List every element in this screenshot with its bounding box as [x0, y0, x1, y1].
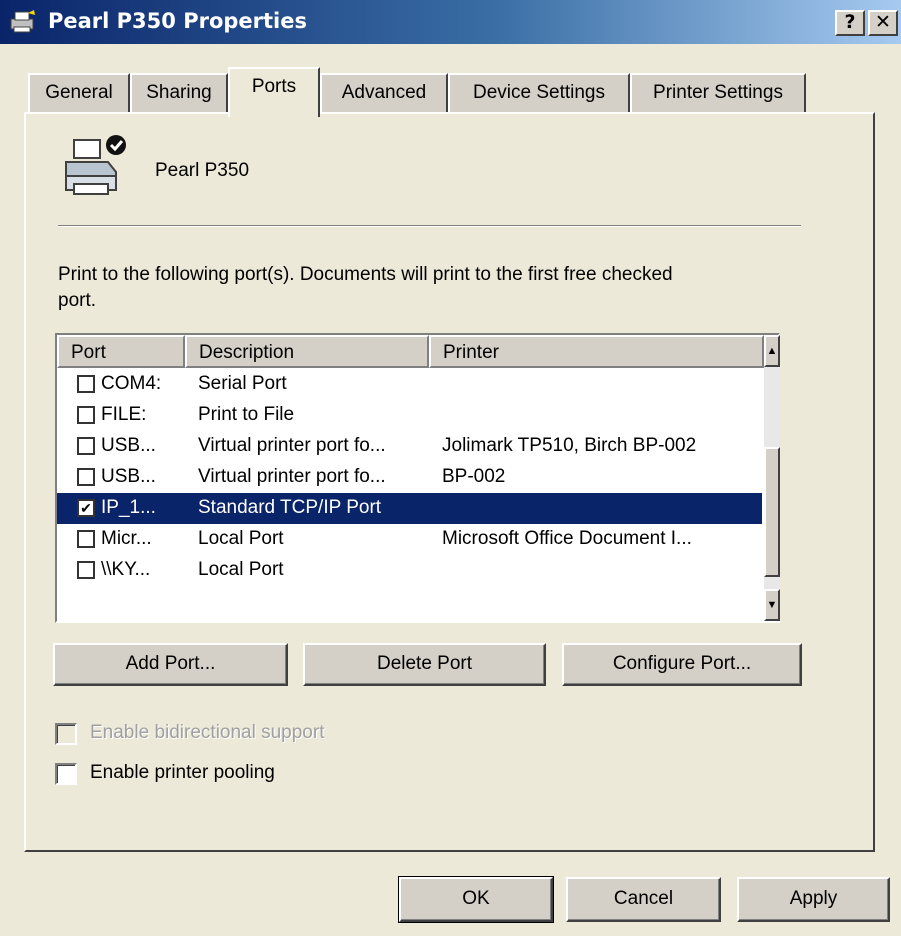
tab-advanced[interactable]: Advanced [320, 73, 448, 113]
tab-label: Device Settings [472, 82, 605, 103]
port-cell: FILE: [101, 404, 147, 425]
table-row[interactable]: USB... Virtual printer port fo... BP-002 [57, 462, 762, 493]
table-row[interactable]: COM4: Serial Port [57, 369, 762, 400]
description-cell: Serial Port [198, 373, 287, 394]
close-button[interactable]: ✕ [868, 10, 898, 36]
port-checkbox[interactable] [77, 375, 95, 393]
printer-cell: BP-002 [442, 466, 506, 487]
port-cell: \\KY... [101, 559, 151, 580]
port-cell: Micr... [101, 528, 152, 549]
tab-printer-settings[interactable]: Printer Settings [630, 73, 806, 113]
window-title: Pearl P350 Properties [48, 9, 307, 33]
arrow-up-icon: ▲ [766, 345, 778, 357]
cancel-button[interactable]: Cancel [566, 877, 721, 922]
port-checkbox[interactable] [77, 468, 95, 486]
bidirectional-label: Enable bidirectional support [90, 722, 325, 743]
port-checkbox[interactable] [77, 530, 95, 548]
port-checkbox[interactable] [77, 406, 95, 424]
table-row[interactable]: USB... Virtual printer port fo... Jolima… [57, 431, 762, 462]
delete-port-button[interactable]: Delete Port [303, 643, 546, 686]
help-icon: ? [844, 11, 856, 33]
scroll-thumb[interactable] [764, 447, 780, 577]
table-row-selected[interactable]: ✔ IP_1... Standard TCP/IP Port [57, 493, 762, 524]
column-header-label: Description [199, 342, 295, 363]
scroll-down-button[interactable]: ▼ [764, 589, 780, 621]
tab-label: Advanced [341, 82, 427, 103]
bidirectional-checkbox[interactable] [55, 723, 77, 745]
apply-button[interactable]: Apply [737, 877, 890, 922]
description-cell: Standard TCP/IP Port [198, 497, 382, 518]
description-cell: Virtual printer port fo... [198, 435, 386, 456]
tab-label: General [45, 82, 113, 103]
tab-device-settings[interactable]: Device Settings [448, 73, 630, 113]
printer-default-icon [65, 135, 126, 195]
description-cell: Local Port [198, 528, 284, 549]
tab-general[interactable]: General [28, 73, 130, 113]
port-checkbox-checked[interactable]: ✔ [77, 499, 95, 517]
tab-ports[interactable]: Ports [228, 67, 320, 117]
port-cell: USB... [101, 435, 156, 456]
ok-button[interactable]: OK [398, 876, 554, 923]
column-header-label: Port [71, 342, 106, 363]
port-cell: IP_1... [101, 497, 156, 518]
tab-label: Ports [251, 76, 297, 97]
tab-label: Sharing [146, 82, 212, 103]
configure-port-button[interactable]: Configure Port... [562, 643, 802, 686]
printer-cell: Microsoft Office Document I... [442, 528, 692, 549]
printer-icon [10, 10, 35, 33]
column-header-printer[interactable]: Printer [429, 335, 764, 368]
column-header-description[interactable]: Description [185, 335, 429, 368]
help-button[interactable]: ? [835, 10, 865, 36]
port-checkbox[interactable] [77, 561, 95, 579]
table-row[interactable]: Micr... Local Port Microsoft Office Docu… [57, 524, 762, 555]
port-cell: COM4: [101, 373, 162, 394]
port-cell: USB... [101, 466, 156, 487]
column-header-label: Printer [443, 342, 499, 363]
tab-sharing[interactable]: Sharing [130, 73, 228, 113]
description-cell: Local Port [198, 559, 284, 580]
pooling-checkbox[interactable] [55, 763, 77, 785]
instructions-text: Print to the following port(s). Document… [58, 264, 673, 311]
tab-label: Printer Settings [653, 82, 783, 103]
port-checkbox[interactable] [77, 437, 95, 455]
table-row[interactable]: \\KY... Local Port [57, 555, 762, 586]
pooling-label: Enable printer pooling [90, 762, 275, 783]
column-header-port[interactable]: Port [57, 335, 185, 368]
ports-list[interactable]: Port Description Printer COM4: Serial Po… [55, 333, 780, 623]
vertical-scrollbar[interactable]: ▲ ▼ [764, 335, 780, 621]
printer-cell: Jolimark TP510, Birch BP-002 [442, 435, 697, 456]
arrow-down-icon: ▼ [766, 599, 778, 611]
printer-name: Pearl P350 [155, 160, 250, 181]
add-port-button[interactable]: Add Port... [53, 643, 288, 686]
title-bar[interactable]: Pearl P350 Properties ? ✕ [0, 0, 901, 44]
description-cell: Virtual printer port fo... [198, 466, 386, 487]
description-cell: Print to File [198, 404, 295, 425]
scroll-up-button[interactable]: ▲ [764, 335, 780, 367]
separator [58, 225, 801, 227]
close-icon: ✕ [875, 11, 891, 33]
table-row[interactable]: FILE: Print to File [57, 400, 762, 431]
